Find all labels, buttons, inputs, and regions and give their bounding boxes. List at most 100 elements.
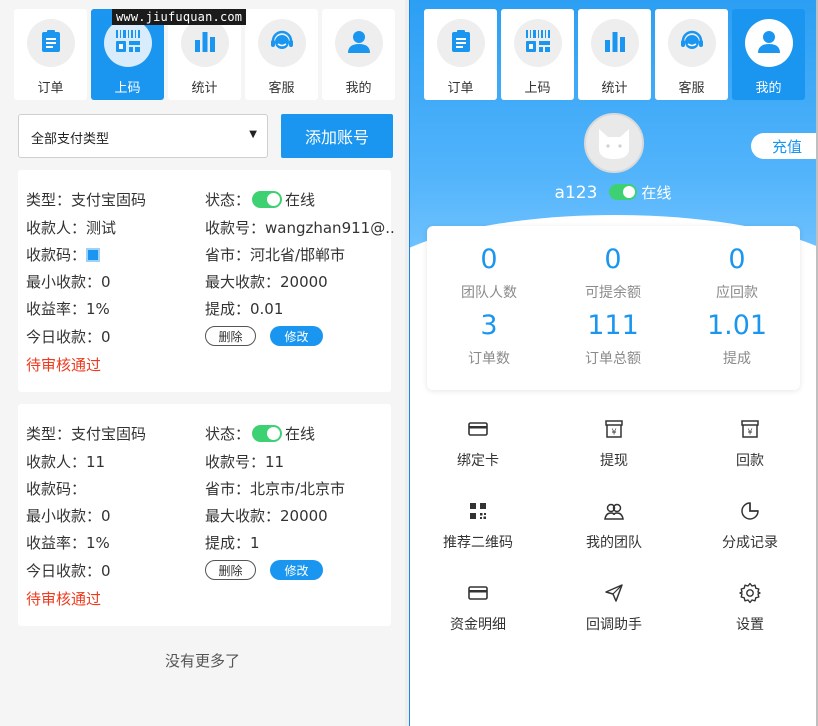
nav-orders[interactable]: 订单 — [424, 9, 497, 100]
user-info: a123 在线 — [410, 182, 816, 203]
stat-team-size: 0 团队人数 — [427, 244, 551, 302]
nav-upload-code-label: 上码 — [524, 81, 551, 96]
menu-label: 设置 — [736, 617, 764, 633]
edit-button[interactable]: 修改 — [270, 560, 323, 580]
account-card: 类型：支付宝固码 状态： 在线 收款人：11 收款号：11 收款码： 省市：北京市… — [18, 404, 391, 626]
stat-order-count: 3 订单数 — [427, 310, 551, 368]
nav-service[interactable]: 客服 — [245, 9, 318, 100]
delete-button[interactable]: 删除 — [205, 326, 256, 346]
barcode-icon — [525, 29, 551, 57]
card-min: 最小收款：0 — [26, 507, 111, 525]
card-payee: 收款人：11 — [26, 453, 106, 471]
settings-icon — [739, 582, 761, 604]
nav-mine-label: 我的 — [345, 81, 372, 96]
menu-bind-card[interactable]: 绑定卡 — [410, 418, 546, 470]
menu-label: 我的团队 — [586, 535, 642, 551]
menu-withdraw[interactable]: ¥ 提现 — [546, 418, 682, 470]
nav-mine[interactable]: 我的 — [732, 9, 805, 100]
headset-icon — [679, 28, 705, 58]
payment-type-select[interactable]: 全部支付类型 ▼ — [18, 114, 268, 158]
svg-text:¥: ¥ — [611, 428, 616, 437]
delete-button[interactable]: 删除 — [205, 560, 256, 580]
card-status: 状态： 在线 — [205, 423, 315, 444]
nav-service[interactable]: 客服 — [655, 9, 728, 100]
stat-label: 订单总额 — [585, 351, 641, 367]
card-rate: 收益率：1% — [26, 300, 110, 318]
add-account-button[interactable]: 添加账号 — [281, 114, 393, 158]
menu-label: 回调助手 — [586, 617, 642, 633]
card-region: 省市：河北省/邯郸市 — [205, 246, 346, 264]
card-commission: 提成：1 — [205, 534, 260, 552]
right-top-nav: 订单 上码 统计 客服 我的 — [424, 9, 805, 100]
card-type: 类型：支付宝固码 — [26, 425, 147, 443]
stat-value: 0 — [480, 244, 498, 275]
stat-label: 提成 — [723, 351, 751, 367]
nav-upload-code[interactable]: 上码 — [501, 9, 574, 100]
card-payee: 收款人：测试 — [26, 219, 117, 237]
card-icon — [468, 422, 488, 436]
caret-down-icon: ▼ — [249, 129, 257, 140]
online-toggle[interactable] — [609, 184, 638, 200]
nav-mine[interactable]: 我的 — [322, 9, 395, 100]
user-icon — [757, 29, 781, 57]
send-icon — [605, 584, 623, 602]
stat-value: 111 — [587, 310, 639, 341]
pending-status: 待审核通过 — [26, 356, 102, 374]
card-max: 最大收款：20000 — [205, 273, 328, 291]
menu-settings[interactable]: 设置 — [682, 582, 816, 634]
card-commission: 提成：0.01 — [205, 300, 284, 318]
recharge-button[interactable]: 充值 — [751, 133, 816, 159]
menu-referral-qr[interactable]: 推荐二维码 — [410, 500, 546, 552]
no-more-text: 没有更多了 — [164, 652, 240, 670]
online-status: 在线 — [641, 184, 672, 202]
card-rate: 收益率：1% — [26, 534, 110, 552]
stat-due-repayment: 0 应回款 — [675, 244, 799, 302]
chart-icon — [603, 30, 627, 56]
qr-thumbnail-icon[interactable] — [86, 248, 101, 262]
avatar[interactable] — [584, 113, 644, 173]
menu-label: 绑定卡 — [457, 453, 499, 469]
menu-repayment[interactable]: ¥ 回款 — [682, 418, 816, 470]
stat-label: 应回款 — [716, 285, 758, 301]
menu-label: 分成记录 — [722, 535, 778, 551]
card-min: 最小收款：0 — [26, 273, 111, 291]
card-account: 收款号：wangzhan911@.. — [205, 219, 395, 237]
menu-share-records[interactable]: 分成记录 — [682, 500, 816, 552]
username: a123 — [554, 183, 598, 203]
nav-statistics-label: 统计 — [601, 81, 628, 96]
stat-label: 可提余额 — [585, 285, 641, 301]
stat-value: 0 — [728, 244, 746, 275]
status-label: 状态： — [205, 191, 251, 209]
stat-withdrawable: 0 可提余额 — [551, 244, 675, 302]
edit-button[interactable]: 修改 — [270, 326, 323, 346]
order-icon — [40, 29, 62, 57]
card-account: 收款号：11 — [205, 453, 285, 471]
nav-service-label: 客服 — [678, 81, 705, 96]
team-icon — [604, 503, 624, 520]
menu-my-team[interactable]: 我的团队 — [546, 500, 682, 552]
stat-commission: 1.01 提成 — [675, 310, 799, 368]
nav-orders[interactable]: 订单 — [14, 9, 87, 100]
menu-fund-details[interactable]: 资金明细 — [410, 582, 546, 634]
stats-card: 0 团队人数 0 可提余额 0 应回款 3 订单数 111 订单总额 1.01 … — [427, 226, 800, 390]
pending-status: 待审核通过 — [26, 590, 102, 608]
card-max: 最大收款：20000 — [205, 507, 328, 525]
nav-statistics-label: 统计 — [191, 81, 218, 96]
nav-mine-label: 我的 — [755, 81, 782, 96]
stat-label: 团队人数 — [461, 285, 517, 301]
nav-statistics[interactable]: 统计 — [578, 9, 651, 100]
stat-value: 0 — [604, 244, 622, 275]
status-text: 在线 — [285, 191, 316, 209]
menu-label: 资金明细 — [450, 617, 506, 633]
menu-callback-helper[interactable]: 回调助手 — [546, 582, 682, 634]
menu-label: 提现 — [600, 453, 628, 469]
left-panel: www.jiufuquan.com 订单 上码 统计 客服 我的 全部支付类型 … — [0, 0, 405, 726]
headset-icon — [269, 28, 295, 58]
qr-label: 收款码： — [26, 246, 87, 264]
order-icon — [450, 29, 472, 57]
status-toggle[interactable] — [252, 191, 283, 208]
qrcode-icon — [470, 503, 486, 519]
repay-icon: ¥ — [741, 420, 759, 438]
status-toggle[interactable] — [252, 425, 283, 442]
right-panel: 订单 上码 统计 客服 我的 充值 a123 在线 0 团队人数 0 可提余额 … — [409, 0, 818, 726]
